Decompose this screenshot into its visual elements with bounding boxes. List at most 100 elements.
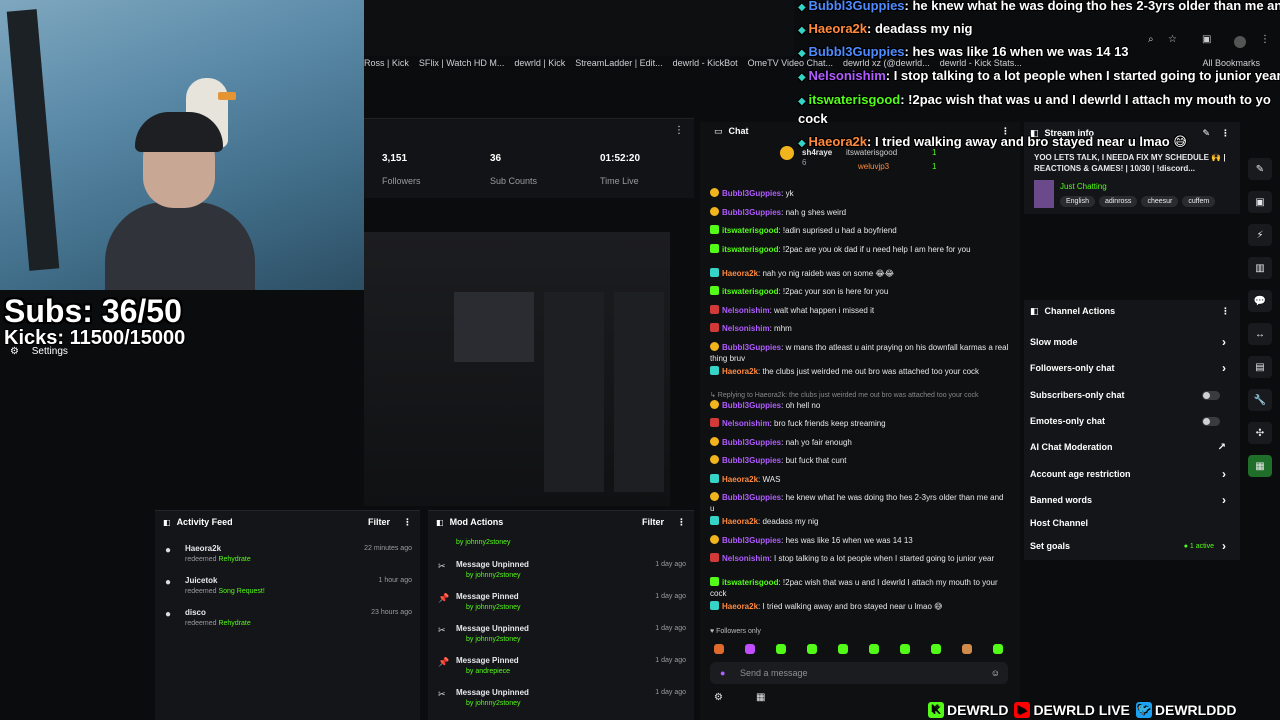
mic-icon[interactable]: ● [720, 668, 725, 678]
chat-input[interactable]: ● Send a message ☺ [710, 662, 1008, 684]
bookmark-item[interactable]: dewrld - KickBot [673, 58, 738, 68]
channel-action-emotes-only-chat[interactable]: Emotes-only chat [1030, 413, 1234, 429]
chat-username[interactable]: Bubbl3Guppies [722, 401, 781, 410]
mod-action-time: 1 day ago [655, 561, 686, 568]
scan-icon[interactable]: ▣ [1248, 191, 1272, 213]
chat-username[interactable]: itswaterisgood [722, 245, 778, 254]
chat-username[interactable]: Haeora2k [722, 517, 758, 526]
chat-username[interactable]: Nelsonishim [722, 306, 770, 315]
badge-icon [710, 399, 719, 409]
move-icon[interactable]: ✣ [1248, 422, 1272, 444]
filter-button[interactable]: Filter [368, 517, 390, 527]
activity-user[interactable]: disco [185, 608, 206, 617]
chat-username[interactable]: Bubbl3Guppies [722, 456, 781, 465]
chat-username[interactable]: Nelsonishim [722, 324, 770, 333]
badge-icon [710, 473, 719, 483]
chat-username[interactable]: Haeora2k [722, 269, 758, 278]
swap-icon[interactable]: ↔ [1248, 323, 1272, 345]
user-icon: ● [165, 577, 172, 588]
emote-icon[interactable] [993, 644, 1003, 654]
chat-username[interactable]: Bubbl3Guppies [722, 536, 781, 545]
stream-preview[interactable] [364, 232, 670, 506]
chat-username[interactable]: Bubbl3Guppies [722, 208, 781, 217]
chat-message: Nelsonishim: walt what happen i missed i… [710, 304, 1010, 316]
chat-username[interactable]: Bubbl3Guppies [722, 189, 781, 198]
channel-action-ai-chat-moderation[interactable]: AI Chat Moderation ↗ [1030, 439, 1234, 455]
chat-username[interactable]: Haeora2k [722, 602, 758, 611]
menu-icon[interactable]: ⋮ [1221, 306, 1230, 317]
top-chatter-3[interactable]: weluvjp3 [858, 162, 889, 171]
emote-bar[interactable] [710, 642, 1008, 656]
bolt-icon[interactable]: ⚡ [1248, 224, 1272, 246]
grid-icon[interactable]: ▦ [1248, 455, 1272, 477]
badge-icon [710, 323, 719, 332]
mod-action-title: Message Unpinned [456, 688, 529, 697]
activity-user[interactable]: Haeora2k [185, 544, 221, 553]
chat-bubble-icon[interactable]: 💬 [1248, 290, 1272, 312]
bookmark-item[interactable]: Ross | Kick [364, 58, 409, 68]
social-item: 🐦 DEWRLDDD [1135, 702, 1237, 718]
menu-icon[interactable]: ⋮ [674, 125, 684, 136]
filter-button[interactable]: Filter [642, 517, 664, 527]
channel-action-account-age-restriction[interactable]: Account age restriction › [1030, 466, 1234, 482]
emote-icon[interactable] [807, 644, 817, 654]
menu-icon[interactable]: ⋮ [403, 517, 412, 528]
wrench-icon[interactable]: 🔧 [1248, 389, 1272, 411]
document-icon[interactable]: ▥ [1248, 257, 1272, 279]
chat-username[interactable]: itswaterisgood [722, 226, 778, 235]
chat-username[interactable]: Nelsonishim [722, 419, 770, 428]
activity-item: ● Juicetok redeemed Song Request! 1 hour ag… [155, 573, 420, 605]
bookmark-item[interactable]: dewrld | Kick [514, 58, 565, 68]
activity-user[interactable]: Juicetok [185, 576, 217, 585]
bookmark-item[interactable]: SFlix | Watch HD M... [419, 58, 505, 68]
chat-username[interactable]: itswaterisgood [722, 578, 778, 587]
mod-action-by: by andrepiece [466, 668, 510, 675]
tag-chip[interactable]: cuffem [1182, 196, 1216, 207]
channel-action-slow-mode[interactable]: Slow mode › [1030, 334, 1234, 350]
toggle-switch[interactable] [1202, 416, 1220, 426]
emote-icon[interactable] [776, 644, 786, 654]
calendar-icon[interactable]: ▦ [756, 692, 765, 703]
channel-action-banned-words[interactable]: Banned words › [1030, 492, 1234, 508]
emote-icon[interactable] [714, 644, 724, 654]
chat-text: : walt what happen i missed it [769, 305, 875, 315]
chat-username[interactable]: Nelsonishim [722, 554, 770, 563]
channel-action-host-channel[interactable]: Host Channel [1030, 515, 1234, 531]
badge-icon [710, 534, 719, 544]
panel-icon[interactable]: ▤ [1248, 356, 1272, 378]
mod-action-time: 1 day ago [655, 689, 686, 696]
toggle-switch[interactable] [1202, 390, 1220, 400]
settings-link[interactable]: ⚙ Settings [10, 346, 150, 360]
tag-chip[interactable]: English [1060, 196, 1095, 207]
emote-icon[interactable] [869, 644, 879, 654]
chat-username[interactable]: itswaterisgood [722, 287, 778, 296]
tag-chip[interactable]: cheesur [1141, 196, 1179, 207]
chat-username[interactable]: Bubbl3Guppies [722, 343, 781, 352]
chat-username[interactable]: Bubbl3Guppies [722, 493, 781, 502]
emote-icon[interactable] [900, 644, 910, 654]
chat-message: Haeora2k: WAS [710, 473, 1010, 485]
chat-username[interactable]: Haeora2k [722, 367, 758, 376]
activity-feed-panel: ◧ Activity Feed Filter ⋮ ● Haeora2k redeem… [155, 510, 420, 720]
channel-action-subscribers-only-chat[interactable]: Subscribers-only chat [1030, 387, 1234, 403]
mod-action-time: 1 day ago [655, 625, 686, 632]
emote-icon[interactable] [962, 644, 972, 654]
channel-action-set-goals[interactable]: Set goals › ● 1 active [1030, 538, 1234, 554]
category-name[interactable]: Just Chatting [1060, 182, 1107, 191]
bookmark-item[interactable]: StreamLadder | Edit... [575, 58, 662, 68]
emote-icon[interactable] [745, 644, 755, 654]
emote-icon[interactable] [931, 644, 941, 654]
user-icon: ● [165, 545, 172, 556]
chat-username[interactable]: Bubbl3Guppies [722, 438, 781, 447]
channel-action-followers-only-chat[interactable]: Followers-only chat › [1030, 360, 1234, 376]
menu-icon[interactable]: ⋮ [677, 517, 686, 528]
left-background [0, 364, 155, 720]
settings-icon[interactable]: ⚙ [714, 692, 723, 703]
emote-icon[interactable] [838, 644, 848, 654]
emoji-icon[interactable]: ☺ [991, 668, 1000, 678]
edit-icon[interactable]: ✎ [1248, 158, 1272, 180]
chat-username[interactable]: Haeora2k [722, 475, 758, 484]
tag-chip[interactable]: adinross [1098, 196, 1138, 207]
chat-message: Haeora2k: I tried walking away and bro s… [710, 601, 1010, 612]
mod-actions-title: Mod Actions [449, 517, 504, 527]
